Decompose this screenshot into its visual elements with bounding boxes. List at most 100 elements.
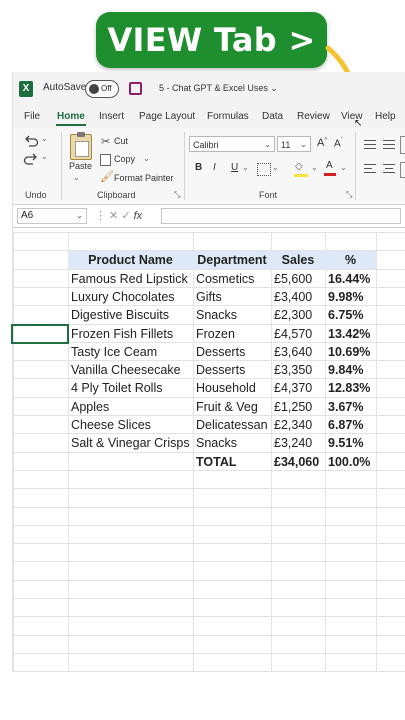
- table-cell[interactable]: £2,300: [274, 306, 312, 324]
- table-cell[interactable]: 3.67%: [328, 398, 363, 416]
- formula-controls: ⋮ ✕ ✓ fx: [95, 210, 143, 222]
- table-cell[interactable]: 9.98%: [328, 288, 363, 306]
- table-header-cell[interactable]: Sales: [271, 251, 325, 269]
- align-center-icon[interactable]: [383, 164, 395, 173]
- cut-icon[interactable]: ✂: [101, 135, 110, 148]
- font-size-select[interactable]: 11 ⌄: [277, 136, 311, 152]
- tab-page-layout[interactable]: Page Layout: [139, 111, 195, 122]
- table-cell[interactable]: £5,600: [274, 270, 312, 288]
- autosave-toggle[interactable]: Off: [85, 80, 119, 98]
- table-cell[interactable]: £3,640: [274, 343, 312, 361]
- copy-button[interactable]: Copy: [114, 154, 135, 164]
- view-tab-callout: VIEW Tab >: [96, 12, 327, 68]
- tab-help[interactable]: Help: [375, 111, 396, 122]
- fx-icon: fx: [133, 210, 143, 222]
- selected-cell[interactable]: [11, 323, 69, 344]
- table-cell[interactable]: Desserts: [196, 343, 245, 361]
- table-cell[interactable]: £4,370: [274, 379, 312, 397]
- align-left-icon[interactable]: [364, 164, 376, 173]
- fill-color-icon[interactable]: ◇: [294, 161, 308, 177]
- format-painter-button[interactable]: Format Painter: [114, 173, 174, 183]
- decrease-font-icon[interactable]: Aˇ: [334, 138, 343, 149]
- font-launcher-icon[interactable]: ⤡: [346, 190, 352, 200]
- table-cell[interactable]: Frozen: [196, 325, 235, 343]
- tab-formulas[interactable]: Formulas: [207, 111, 249, 122]
- table-cell[interactable]: Apples: [71, 398, 109, 416]
- table-cell[interactable]: 4 Ply Toilet Rolls: [71, 379, 162, 397]
- formula-input[interactable]: [161, 208, 401, 224]
- table-cell[interactable]: £3,240: [274, 434, 312, 452]
- paste-icon[interactable]: [70, 132, 92, 160]
- table-cell[interactable]: Gifts: [196, 288, 222, 306]
- table-cell[interactable]: 16.44%: [328, 270, 370, 288]
- undo-icon[interactable]: [23, 134, 39, 148]
- tab-home[interactable]: Home: [57, 111, 85, 122]
- formula-bar: A6 ⌄ ⋮ ✕ ✓ fx: [13, 205, 405, 228]
- table-cell[interactable]: Digestive Biscuits: [71, 306, 169, 324]
- table-cell[interactable]: Snacks: [196, 306, 237, 324]
- align-top-icon[interactable]: [364, 140, 376, 149]
- tab-insert[interactable]: Insert: [99, 111, 124, 122]
- table-cell[interactable]: Fruit & Veg: [196, 398, 258, 416]
- table-cell[interactable]: Delicatessan: [196, 416, 268, 434]
- title-bar: X AutoSave Off 5 - Chat GPT & Excel Uses…: [13, 72, 405, 106]
- copy-icon[interactable]: [100, 154, 111, 166]
- table-cell[interactable]: 9.51%: [328, 434, 363, 452]
- table-cell[interactable]: Snacks: [196, 434, 237, 452]
- format-painter-icon[interactable]: 🖌: [100, 170, 114, 183]
- table-cell[interactable]: 6.87%: [328, 416, 363, 434]
- borders-icon[interactable]: [257, 163, 271, 176]
- table-cell[interactable]: Household: [196, 379, 256, 397]
- bold-button[interactable]: B: [195, 162, 202, 173]
- table-cell[interactable]: £1,250: [274, 398, 312, 416]
- table-cell[interactable]: Tasty Ice Ceam: [71, 343, 157, 361]
- clipboard-launcher-icon[interactable]: ⤡: [174, 190, 180, 200]
- font-name-select[interactable]: Calibri ⌄: [189, 136, 275, 152]
- table-header-cell[interactable]: %: [325, 251, 376, 269]
- cut-button[interactable]: Cut: [114, 136, 128, 146]
- table-cell[interactable]: 100.0%: [328, 453, 370, 471]
- italic-button[interactable]: I: [213, 162, 216, 173]
- paste-button[interactable]: Paste: [69, 161, 92, 171]
- ribbon-tabs: File Home Insert Page Layout Formulas Data Rev…: [13, 106, 405, 129]
- table-cell[interactable]: £34,060: [274, 453, 319, 471]
- table-cell[interactable]: 13.42%: [328, 325, 370, 343]
- table-cell[interactable]: Frozen Fish Fillets: [71, 325, 173, 343]
- table-header-cell[interactable]: Department: [193, 251, 271, 269]
- table-cell[interactable]: Salt & Vinegar Crisps: [71, 434, 190, 452]
- redo-icon[interactable]: [23, 152, 39, 166]
- tab-data[interactable]: Data: [262, 111, 283, 122]
- increase-font-icon[interactable]: A^: [317, 137, 327, 149]
- autosave-label: AutoSave: [43, 82, 87, 93]
- table-cell[interactable]: Cheese Slices: [71, 416, 151, 434]
- table-cell[interactable]: Famous Red Lipstick: [71, 270, 188, 288]
- align-middle-icon[interactable]: [383, 140, 395, 149]
- table-cell[interactable]: 10.69%: [328, 343, 370, 361]
- table-header-cell[interactable]: Product Name: [68, 251, 193, 269]
- table-cell[interactable]: TOTAL: [196, 453, 237, 471]
- table-cell[interactable]: Luxury Chocolates: [71, 288, 175, 306]
- table-cell[interactable]: £3,350: [274, 361, 312, 379]
- font-group-label: Font: [259, 190, 278, 200]
- table-cell[interactable]: Vanilla Cheesecake: [71, 361, 181, 379]
- table-cell[interactable]: Cosmetics: [196, 270, 254, 288]
- table-cell[interactable]: Desserts: [196, 361, 245, 379]
- table-cell[interactable]: £4,570: [274, 325, 312, 343]
- underline-button[interactable]: U: [231, 162, 238, 173]
- ribbon: ⌄ ⌄ Undo Paste ⌄ ✂ Cut Copy ⌄ 🖌 Format P…: [13, 128, 405, 205]
- tab-review[interactable]: Review: [297, 111, 330, 122]
- table-cell[interactable]: 9.84%: [328, 361, 363, 379]
- name-box[interactable]: A6 ⌄: [17, 208, 87, 224]
- tab-file[interactable]: File: [24, 111, 40, 122]
- document-title[interactable]: 5 - Chat GPT & Excel Uses ⌄: [159, 83, 278, 94]
- worksheet-grid[interactable]: Product Name Department Sales% Famous Red L…: [11, 232, 405, 673]
- table-cell[interactable]: 12.83%: [328, 379, 370, 397]
- table-cell[interactable]: £3,400: [274, 288, 312, 306]
- clipboard-group-label: Clipboard: [97, 190, 136, 200]
- undo-group-label: Undo: [25, 190, 47, 200]
- table-cell[interactable]: £2,340: [274, 416, 312, 434]
- table-cell[interactable]: 6.75%: [328, 306, 363, 324]
- font-color-icon[interactable]: A: [324, 160, 336, 176]
- excel-logo-icon: X: [19, 81, 33, 97]
- save-icon[interactable]: [129, 82, 142, 95]
